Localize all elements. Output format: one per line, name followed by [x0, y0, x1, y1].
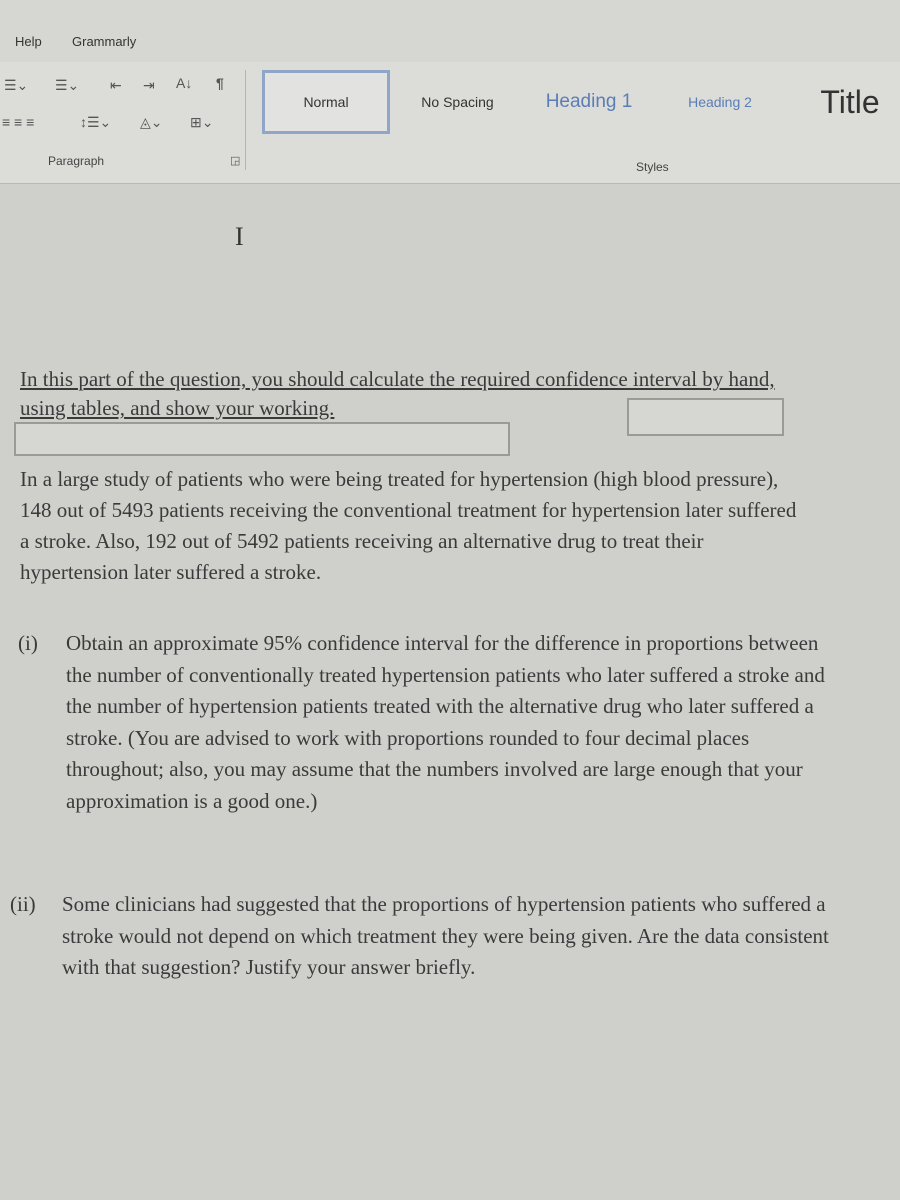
study-paragraph: In a large study of patients who were be…	[20, 467, 797, 584]
styles-group-label: Styles	[636, 160, 669, 174]
style-normal[interactable]: Normal	[262, 70, 390, 134]
style-label: Normal	[303, 94, 349, 110]
menu-bar: Help Grammarly	[0, 0, 900, 62]
style-heading-2[interactable]: Heading 2	[670, 70, 770, 134]
part-label: (ii)	[10, 892, 36, 916]
part-text: Obtain an approximate 95% confidence int…	[66, 631, 825, 813]
text-cursor: I	[235, 222, 244, 251]
line-spacing-icon[interactable]: ↕☰⌄	[80, 114, 111, 131]
decrease-indent-icon[interactable]: ⇤	[110, 77, 122, 94]
menu-grammarly[interactable]: Grammarly	[72, 34, 136, 49]
style-heading-1[interactable]: Heading 1	[530, 70, 648, 134]
style-label: No Spacing	[421, 94, 494, 110]
answer-box[interactable]	[14, 422, 510, 456]
question-part-i: (i) Obtain an approximate 95% confidence…	[18, 628, 828, 817]
question-part-ii: (ii) Some clinicians had suggested that …	[10, 889, 830, 984]
style-label: Heading 1	[545, 91, 633, 112]
part-label: (i)	[18, 631, 38, 655]
part-text: Some clinicians had suggested that the p…	[62, 892, 829, 979]
answer-box[interactable]	[627, 398, 784, 436]
align-center-icon[interactable]: ≡ ≡ ≡	[2, 114, 34, 130]
dialog-launcher-icon[interactable]: ◲	[230, 154, 240, 167]
ribbon: ☰⌄ ☰⌄ ⇤ ⇥ A↓ ¶ ≡ ≡ ≡ ↕☰⌄ ◬⌄ ⊞⌄ Paragraph…	[0, 62, 900, 184]
increase-indent-icon[interactable]: ⇥	[143, 77, 155, 94]
shading-icon[interactable]: ◬⌄	[140, 114, 163, 131]
menu-help[interactable]: Help	[15, 34, 42, 49]
multilevel-list-icon[interactable]: ☰⌄	[55, 77, 79, 94]
style-label: Title	[820, 83, 880, 120]
borders-icon[interactable]: ⊞⌄	[190, 114, 213, 131]
style-title[interactable]: Title	[800, 70, 900, 134]
sort-icon[interactable]: A↓	[176, 75, 192, 91]
numbering-icon[interactable]: ☰⌄	[4, 77, 28, 94]
style-no-spacing[interactable]: No Spacing	[405, 70, 510, 134]
paragraph-group-label: Paragraph	[48, 154, 105, 168]
style-label: Heading 2	[688, 94, 752, 110]
show-formatting-icon[interactable]: ¶	[216, 75, 224, 91]
